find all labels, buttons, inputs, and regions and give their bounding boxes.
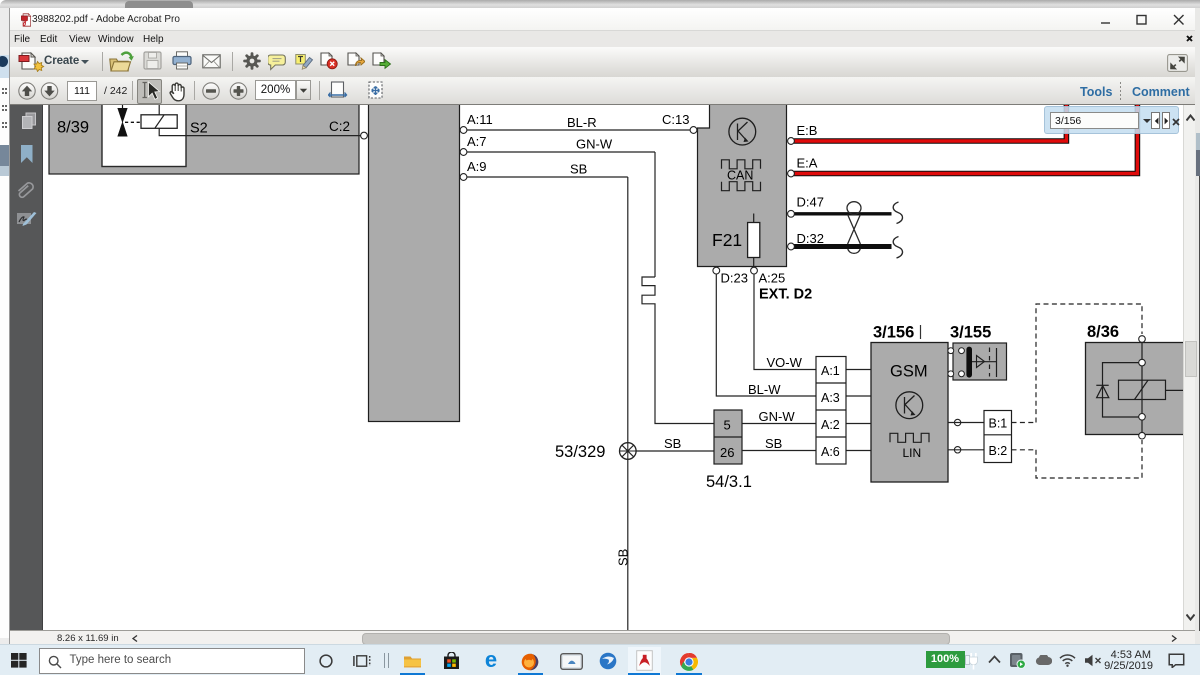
svg-text:E:A: E:A	[797, 156, 818, 171]
svg-text:A:3: A:3	[821, 391, 840, 405]
svg-text:E:B: E:B	[797, 123, 818, 138]
svg-text:GN-W: GN-W	[759, 409, 796, 424]
svg-text:A:6: A:6	[821, 445, 840, 459]
svg-text:BL-W: BL-W	[748, 382, 781, 397]
svg-text:D:32: D:32	[797, 231, 824, 246]
svg-text:A:2: A:2	[821, 418, 840, 432]
svg-text:B:1: B:1	[989, 417, 1008, 431]
svg-text:3/156: 3/156	[873, 324, 914, 342]
svg-text:5: 5	[724, 418, 731, 433]
svg-text:A:1: A:1	[821, 364, 840, 378]
svg-text:GSM: GSM	[890, 363, 928, 381]
svg-text:8/36: 8/36	[1087, 323, 1119, 341]
svg-text:26: 26	[720, 445, 734, 460]
svg-text:3/155: 3/155	[950, 324, 991, 342]
svg-text:SB: SB	[616, 549, 631, 566]
svg-text:54/3.1: 54/3.1	[706, 473, 752, 491]
svg-text:SB: SB	[765, 436, 782, 451]
svg-text:53/329: 53/329	[555, 443, 605, 461]
svg-text:B:2: B:2	[989, 444, 1008, 458]
svg-text:D:47: D:47	[797, 195, 824, 210]
svg-text:SB: SB	[664, 436, 681, 451]
svg-text:VO-W: VO-W	[767, 355, 803, 370]
svg-text:LIN: LIN	[903, 446, 922, 460]
